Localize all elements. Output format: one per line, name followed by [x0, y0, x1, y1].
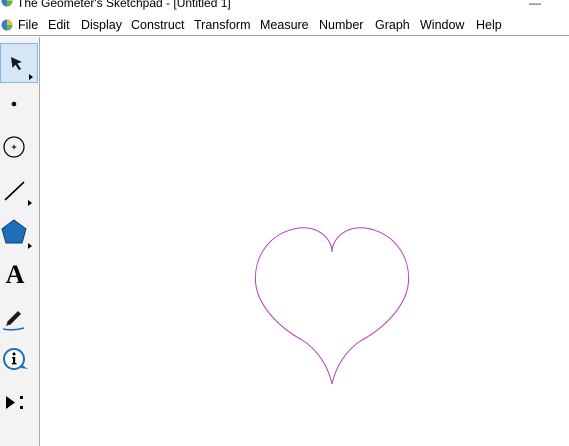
information-tool[interactable]	[0, 340, 38, 380]
point-icon	[11, 101, 17, 107]
line-segment-icon	[4, 181, 32, 206]
minimize-button[interactable]: —	[524, 0, 546, 10]
menu-measure[interactable]: Measure	[260, 17, 309, 33]
menu-edit[interactable]: Edit	[48, 17, 70, 33]
window-title: The Geometer's Sketchpad - [Untitled 1]	[17, 0, 231, 10]
compass-tool[interactable]	[0, 127, 38, 167]
menu-number[interactable]: Number	[319, 17, 363, 33]
canvas-drawing	[254, 227, 410, 385]
menu-bar: File Edit Display Construct Transform Me…	[0, 14, 569, 36]
app-logo-icon	[1, 0, 13, 7]
sketch-canvas[interactable]	[40, 37, 569, 446]
info-icon	[3, 348, 28, 370]
play-menu-icon	[6, 396, 23, 409]
menu-window[interactable]: Window	[420, 17, 464, 33]
straightedge-tool[interactable]	[0, 170, 38, 210]
menu-transform[interactable]: Transform	[194, 17, 251, 33]
sketchpad-window: The Geometer's Sketchpad - [Untitled 1] …	[0, 0, 569, 446]
heart-curve[interactable]	[254, 227, 410, 385]
marker-tool[interactable]	[0, 298, 38, 338]
point-tool[interactable]	[0, 84, 38, 124]
toolbox: A	[0, 37, 40, 446]
text-tool[interactable]: A	[0, 255, 38, 295]
arrow-select-tool[interactable]	[0, 43, 38, 83]
circle-icon	[3, 136, 25, 158]
arrow-icon	[11, 57, 33, 80]
pentagon-icon	[1, 219, 32, 249]
polygon-tool[interactable]	[0, 213, 38, 253]
menu-file[interactable]: File	[18, 17, 38, 33]
menu-construct[interactable]: Construct	[131, 17, 185, 33]
menu-graph[interactable]: Graph	[375, 17, 410, 33]
pen-icon	[2, 311, 25, 331]
custom-tool[interactable]	[0, 383, 38, 423]
menu-help[interactable]: Help	[476, 17, 502, 33]
document-icon[interactable]	[1, 19, 13, 31]
title-bar: The Geometer's Sketchpad - [Untitled 1] …	[0, 0, 569, 14]
letter-a-icon: A	[5, 260, 25, 289]
menu-display[interactable]: Display	[81, 17, 122, 33]
